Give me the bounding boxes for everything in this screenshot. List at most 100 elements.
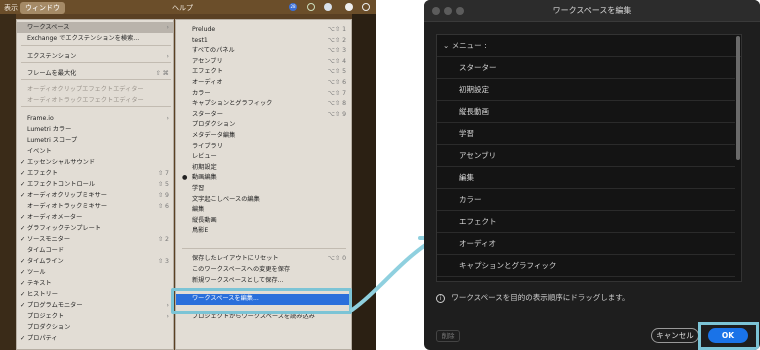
window-menu-item[interactable]: オーディオトラックミキサー ⇧ 6	[17, 201, 173, 212]
window-menu-item[interactable]: イベント	[17, 146, 173, 157]
window-menu-item[interactable]: Frame.io ›	[17, 113, 173, 124]
window-menu-item[interactable]: ✓ エフェクト ⇧ 7	[17, 168, 173, 179]
workspace-list-item[interactable]: アセンブリ	[437, 145, 735, 167]
delete-button[interactable]: 削除	[436, 330, 460, 342]
workspace-item[interactable]: 初期設定	[176, 163, 351, 174]
window-menu-item[interactable]: ✓ タイムライン ⇧ 3	[17, 256, 173, 267]
workspace-list-item[interactable]: オーディオ	[437, 233, 735, 255]
creative-cloud-icon[interactable]	[324, 3, 332, 11]
workspace-list-item[interactable]: カラー	[437, 189, 735, 211]
workspace-action-label: 新規ワークスペースとして保存...	[192, 277, 284, 284]
workspace-item-label: アセンブリ	[192, 57, 223, 65]
workspace-item[interactable]: 鳥影E	[176, 226, 351, 237]
workspace-item[interactable]: エフェクト ⌥⇧ 5	[176, 67, 351, 78]
ok-button[interactable]: OK	[708, 328, 748, 343]
workspace-item[interactable]: test1 ⌥⇧ 2	[176, 36, 351, 47]
cancel-button[interactable]: キャンセル	[651, 328, 699, 343]
window-menu-item[interactable]: ✓ プログラムモニター ›	[17, 300, 173, 311]
workspace-item[interactable]: 学習	[176, 184, 351, 195]
workspace-list-item[interactable]: 縦長動画	[437, 101, 735, 123]
menu-item-label: ソースモニター	[27, 236, 71, 243]
workspace-action-item[interactable]: このワークスペースへの変更を保存	[176, 265, 351, 276]
window-menu-item[interactable]: ✓ エフェクトコントロール ⇧ 5	[17, 179, 173, 190]
window-menu-item[interactable]: オーディオトラックエフェクトエディター	[17, 95, 173, 106]
workspace-list[interactable]: ⌄ メニュー : スターター 初期設定 縦長動画 学習 アセンブリ 編集 カラー エフェクトオ…	[436, 34, 742, 282]
menu-group-header[interactable]: ⌄ メニュー :	[437, 35, 741, 57]
window-menu-item[interactable]: Exchange でエクステンションを検索...	[17, 33, 173, 44]
window-menu-item[interactable]: ✓ ソースモニター ⇧ 2	[17, 234, 173, 245]
window-menu-item[interactable]: プロジェクト ›	[17, 311, 173, 322]
window-menu-item[interactable]: ✓ オーディオクリップミキサー ⇧ 9	[17, 190, 173, 201]
window-menu-item[interactable]: ✓ エッセンシャルサウンド	[17, 157, 173, 168]
menu-item-label: エフェクトコントロール	[27, 181, 96, 188]
view-menu[interactable]: 表示	[4, 3, 18, 13]
workspace-item[interactable]: 縦長動画	[176, 216, 351, 227]
menu-item-label: Exchange でエクステンションを検索...	[27, 35, 140, 42]
workspace-item[interactable]: カラー ⌥⇧ 7	[176, 89, 351, 100]
chevron-down-icon[interactable]: ⌄	[443, 41, 449, 50]
workspace-item-label: オーディオ	[192, 79, 223, 86]
workspace-item-shortcut: ⌥⇧ 4	[327, 57, 346, 65]
info-text: ワークスペースを目的の表示順序にドラッグします。	[451, 293, 630, 302]
check-icon: ✓	[20, 170, 26, 177]
workspace-item[interactable]: メタデータ編集	[176, 131, 351, 142]
window-menu-item[interactable]: タイムコード	[17, 245, 173, 256]
chat-icon[interactable]	[345, 3, 353, 11]
menu-item-label: グラフィックテンプレート	[27, 225, 101, 232]
workspace-item[interactable]: ライブラリ	[176, 142, 351, 153]
workspace-item-label: プロダクション	[192, 121, 236, 129]
menu-item-label: タイムライン	[27, 258, 64, 265]
menu-item-shortcut: ›	[166, 302, 169, 309]
check-icon: ✓	[20, 214, 26, 221]
sync-icon[interactable]	[307, 3, 315, 11]
menu-item-label: ワークスペース	[27, 24, 70, 31]
workspace-item[interactable]: アセンブリ ⌥⇧ 4	[176, 57, 351, 68]
workspace-list-item[interactable]: 初期設定	[437, 79, 735, 101]
window-menu-item[interactable]: オーディオクリップエフェクトエディター	[17, 84, 173, 95]
workspace-item[interactable]: 編集	[176, 205, 351, 216]
menu-item-label: プロジェクト	[27, 313, 65, 320]
workspace-item-label: キャプションとグラフィック	[192, 100, 273, 108]
play-icon[interactable]	[362, 3, 370, 11]
menu-item-label: Lumetri スコープ	[27, 137, 78, 144]
workspace-item[interactable]: オーディオ ⌥⇧ 6	[176, 78, 351, 89]
workspace-list-item[interactable]: 学習	[437, 123, 735, 145]
menu-item-label: オーディオクリップエフェクトエディター	[27, 86, 144, 93]
workspace-item-label: 初期設定	[192, 163, 217, 171]
menu-bar: 表示 ウィンドウ ヘルプ 28	[0, 0, 376, 14]
workspace-list-item[interactable]: 編集	[437, 167, 735, 189]
workspace-item[interactable]: Prelude ⌥⇧ 1	[176, 25, 351, 36]
list-scrollbar[interactable]	[736, 36, 740, 160]
workspace-list-item[interactable]: エフェクト	[437, 211, 735, 233]
notification-badge[interactable]: 28	[289, 3, 297, 11]
window-menu-item[interactable]: フレームを最大化 ⇧ ⌘	[17, 68, 173, 79]
window-menu-item[interactable]: ✓ プロパティ	[17, 333, 173, 344]
workspace-list-item[interactable]: キャプションとグラフィック	[437, 255, 735, 277]
window-menu-item[interactable]: プロダクション	[17, 322, 173, 333]
window-menu[interactable]: ウィンドウ	[20, 2, 65, 14]
window-menu-item[interactable]: ✓ グラフィックテンプレート	[17, 223, 173, 234]
workspace-item-label: メタデータ編集	[192, 132, 236, 139]
window-menu-item[interactable]: ✓ ヒストリー	[17, 289, 173, 300]
workspace-item-shortcut: ⌥⇧ 2	[327, 36, 346, 44]
window-menu-item[interactable]: ✓ オーディオメーター	[17, 212, 173, 223]
window-menu-item[interactable]: エクステンション ›	[17, 51, 173, 62]
window-menu-item[interactable]: Lumetri カラー	[17, 124, 173, 135]
workspace-item[interactable]: スターター ⌥⇧ 9	[176, 110, 351, 121]
workspace-item[interactable]: ● 動画編集	[176, 173, 351, 184]
help-menu[interactable]: ヘルプ	[172, 3, 193, 13]
window-menu-item[interactable]: Lumetri スコープ	[17, 135, 173, 146]
workspace-item[interactable]: レビュー	[176, 152, 351, 163]
workspace-list-item[interactable]: スターター	[437, 57, 735, 79]
window-menu-item[interactable]: ワークスペース ›	[17, 22, 173, 33]
info-icon: i	[436, 293, 445, 303]
workspace-item-label: 鳥影E	[192, 227, 209, 235]
window-menu-item[interactable]: ✓ テキスト	[17, 278, 173, 289]
workspace-action-item[interactable]: 保存したレイアウトにリセット ⌥⇧ 0	[176, 254, 351, 265]
workspace-action-item[interactable]: 新規ワークスペースとして保存...	[176, 276, 351, 287]
workspace-item[interactable]: すべてのパネル ⌥⇧ 3	[176, 46, 351, 57]
workspace-item[interactable]: 文字起こしベースの編集	[176, 195, 351, 206]
workspace-item[interactable]: プロダクション	[176, 120, 351, 131]
workspace-item[interactable]: キャプションとグラフィック ⌥⇧ 8	[176, 99, 351, 110]
window-menu-item[interactable]: ✓ ツール	[17, 267, 173, 278]
